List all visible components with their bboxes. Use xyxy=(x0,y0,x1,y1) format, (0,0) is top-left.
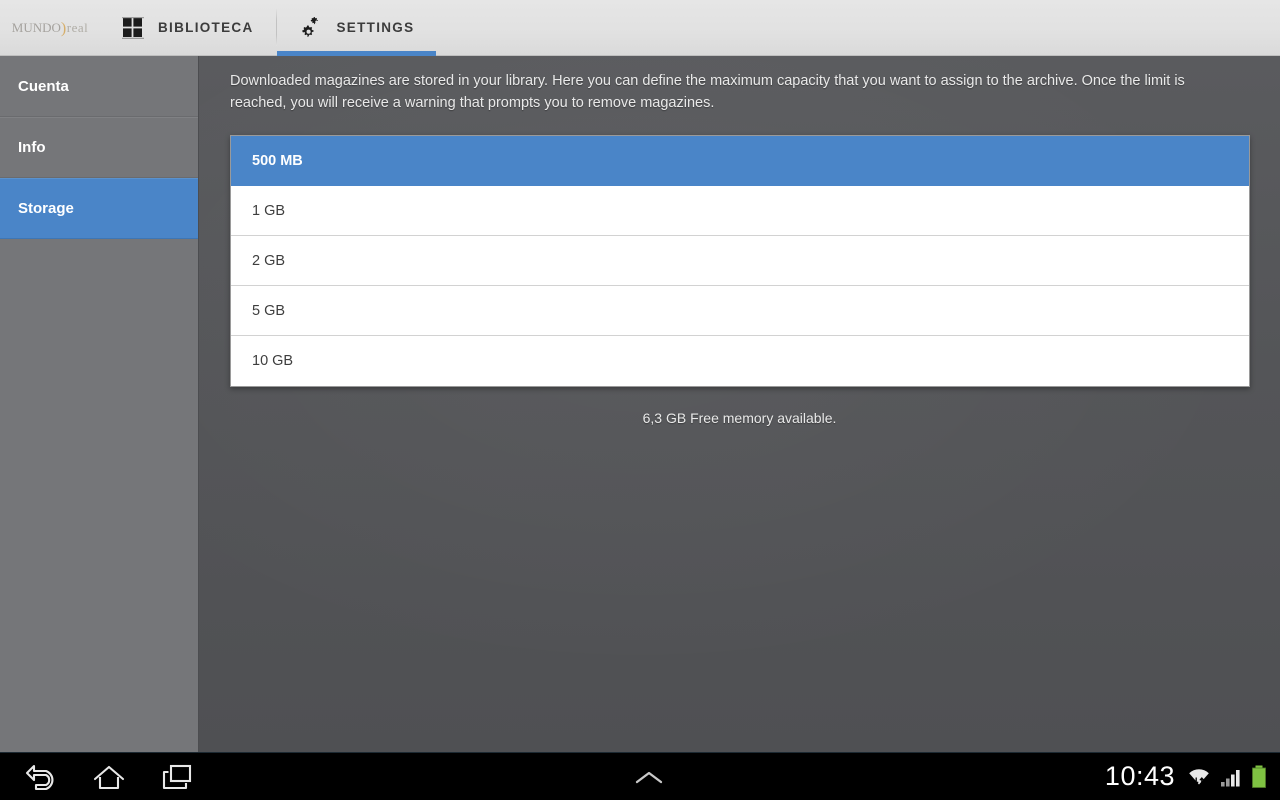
body-area: Cuenta Info Storage Downloaded magazines… xyxy=(0,56,1280,752)
navigation-buttons xyxy=(0,763,194,791)
sidebar-item-info[interactable]: Info xyxy=(0,117,198,178)
sidebar-item-label: Cuenta xyxy=(18,77,69,95)
android-system-bar: 10:43 xyxy=(0,752,1280,800)
tab-settings[interactable]: SETTINGS xyxy=(276,0,437,56)
status-icons[interactable]: 10:43 xyxy=(1105,761,1280,792)
storage-settings-panel: Downloaded magazines are stored in your … xyxy=(199,56,1280,752)
capacity-option-5gb[interactable]: 5 GB xyxy=(231,286,1249,337)
app-logo: MUNDO) real xyxy=(0,0,100,55)
capacity-option-500mb[interactable]: 500 MB xyxy=(231,136,1249,187)
logo-text-part1: MUNDO xyxy=(11,19,61,35)
action-bar: MUNDO) real BIBLIOTECA SETTINGS xyxy=(0,0,1280,56)
capacity-option-label: 5 GB xyxy=(252,302,286,319)
grid-icon xyxy=(122,16,144,39)
sidebar-item-label: Storage xyxy=(18,200,74,217)
sidebar-item-storage[interactable]: Storage xyxy=(0,178,198,239)
home-icon[interactable] xyxy=(92,763,126,791)
capacity-option-1gb[interactable]: 1 GB xyxy=(231,186,1249,237)
chevron-up-icon[interactable] xyxy=(633,767,665,787)
sidebar-item-cuenta[interactable]: Cuenta xyxy=(0,56,198,117)
storage-description: Downloaded magazines are stored in your … xyxy=(230,73,1185,112)
settings-sidebar: Cuenta Info Storage xyxy=(0,56,199,752)
back-arrow-icon[interactable] xyxy=(24,763,58,791)
sidebar-item-label: Info xyxy=(18,139,46,156)
tab-biblioteca[interactable]: BIBLIOTECA xyxy=(100,0,276,55)
status-expand-area[interactable] xyxy=(194,767,1105,787)
logo-text-part2: real xyxy=(66,19,89,35)
logo-separator: ) xyxy=(60,19,67,37)
capacity-option-label: 500 MB xyxy=(252,152,303,169)
capacity-option-label: 1 GB xyxy=(252,202,286,219)
capacity-option-10gb[interactable]: 10 GB xyxy=(231,336,1249,387)
recent-apps-icon[interactable] xyxy=(160,763,194,791)
gears-icon xyxy=(299,16,323,40)
app-screen: MUNDO) real BIBLIOTECA SETTINGS Cuenta I… xyxy=(0,0,1280,800)
wifi-icon xyxy=(1186,764,1212,790)
capacity-option-list: 500 MB 1 GB 2 GB 5 GB 10 GB xyxy=(230,135,1250,388)
cellular-signal-icon xyxy=(1219,765,1243,789)
status-clock: 10:43 xyxy=(1104,761,1175,791)
capacity-option-label: 2 GB xyxy=(252,252,286,269)
capacity-option-2gb[interactable]: 2 GB xyxy=(231,236,1249,287)
battery-full-icon xyxy=(1250,764,1268,790)
capacity-option-label: 10 GB xyxy=(252,353,294,370)
tab-biblioteca-label: BIBLIOTECA xyxy=(158,20,254,35)
tab-settings-label: SETTINGS xyxy=(336,20,415,35)
free-memory-label: 6,3 GB Free memory available. xyxy=(642,410,837,427)
